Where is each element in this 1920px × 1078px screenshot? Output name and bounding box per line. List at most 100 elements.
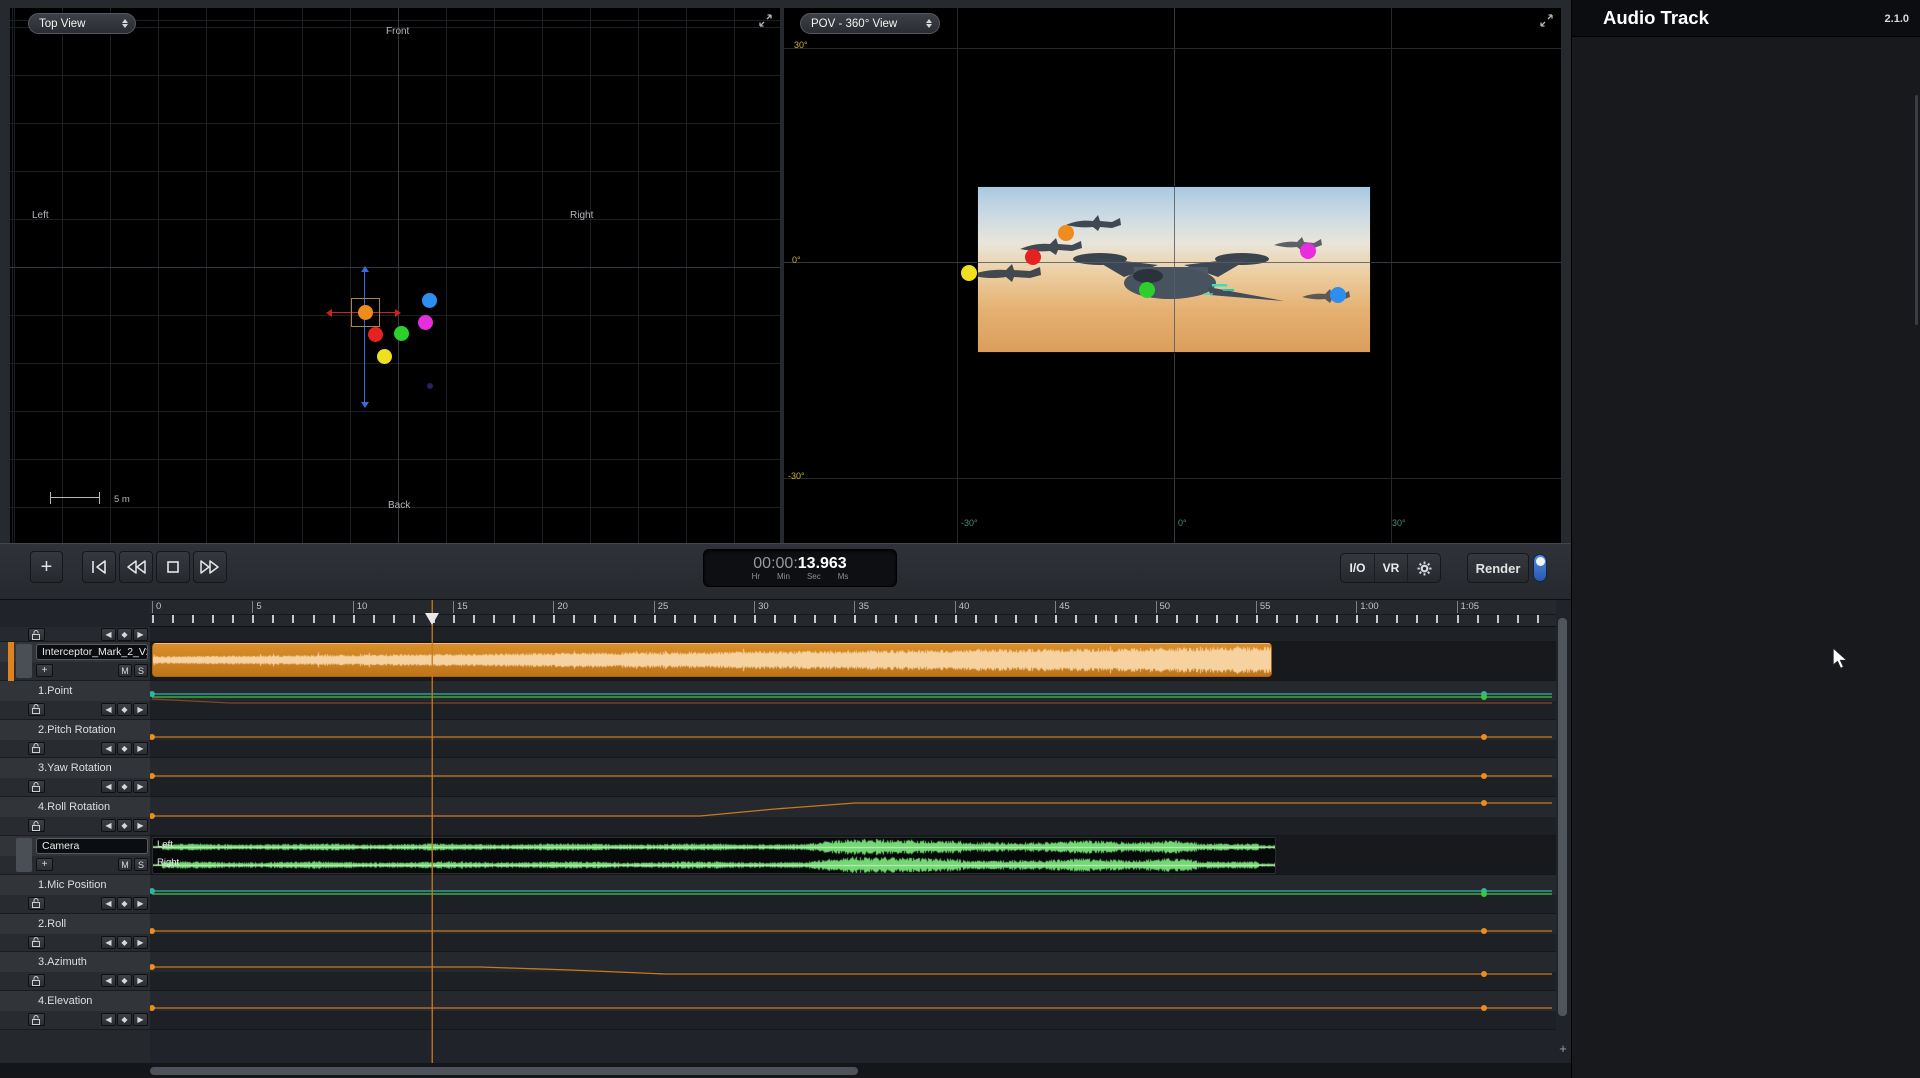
prev-keyframe-button[interactable]: ◀ (101, 819, 116, 832)
timeline-content[interactable]: LeftRight (150, 600, 1556, 1063)
add-keyframe-button[interactable]: ◆ (117, 628, 132, 641)
red-source[interactable] (368, 327, 383, 342)
next-keyframe-button[interactable]: ▶ (133, 742, 148, 755)
add-automation-button[interactable]: + (36, 858, 53, 871)
next-keyframe-button[interactable]: ▶ (133, 897, 148, 910)
prev-keyframe-button[interactable]: ◀ (101, 628, 116, 641)
solo-button[interactable]: S (134, 858, 148, 871)
stop-button[interactable] (156, 551, 190, 583)
track-lane[interactable] (150, 758, 1556, 797)
panel-scroll-indicator[interactable] (1915, 95, 1918, 325)
vertical-scrollbar-thumb[interactable] (1558, 618, 1567, 1016)
magenta-source[interactable] (1300, 243, 1316, 259)
track-header[interactable]: 3.Azimuth◀◆▶ (0, 952, 150, 991)
blue-source[interactable] (1330, 287, 1346, 303)
green-source[interactable] (394, 326, 409, 341)
fast-forward-button[interactable] (193, 551, 227, 583)
prev-keyframe-button[interactable]: ◀ (101, 936, 116, 949)
track-header[interactable]: 2.Pitch Rotation◀◆▶ (0, 720, 150, 759)
render-button[interactable]: Render (1467, 553, 1529, 583)
next-keyframe-button[interactable]: ▶ (133, 936, 148, 949)
prev-keyframe-button[interactable]: ◀ (101, 897, 116, 910)
track-header[interactable]: 3.Yaw Rotation◀◆▶ (0, 758, 150, 797)
track-header[interactable]: 1.Point◀◆▶ (0, 681, 150, 720)
solo-button[interactable]: S (134, 664, 148, 677)
next-keyframe-button[interactable]: ▶ (133, 780, 148, 793)
vr-button[interactable]: VR (1374, 554, 1407, 582)
lock-icon[interactable] (28, 936, 45, 949)
red-source[interactable] (1025, 249, 1041, 265)
lock-icon[interactable] (28, 742, 45, 755)
lock-icon[interactable] (28, 974, 45, 987)
add-keyframe-button[interactable]: ◆ (117, 742, 132, 755)
add-keyframe-button[interactable]: ◆ (117, 780, 132, 793)
prev-keyframe-button[interactable]: ◀ (101, 974, 116, 987)
next-keyframe-button[interactable]: ▶ (133, 974, 148, 987)
prev-keyframe-button[interactable]: ◀ (101, 703, 116, 716)
add-keyframe-button[interactable]: ◆ (117, 703, 132, 716)
add-automation-button[interactable]: + (36, 664, 53, 677)
track-name-field[interactable]: Interceptor_Mark_2_V2 (36, 644, 148, 660)
track-lane[interactable] (150, 681, 1556, 720)
track-header[interactable]: 2.Roll◀◆▶ (0, 914, 150, 953)
track-lane[interactable] (150, 914, 1556, 953)
add-keyframe-button[interactable]: ◆ (117, 1013, 132, 1026)
mute-button[interactable]: M (118, 664, 132, 677)
track-name-field[interactable]: Camera (36, 838, 148, 854)
vertical-scrollbar[interactable] (1558, 606, 1567, 1042)
add-lane-button[interactable]: + (1556, 1042, 1570, 1056)
lock-icon[interactable] (28, 628, 45, 641)
add-track-button[interactable]: + (30, 551, 63, 583)
render-toggle[interactable] (1533, 554, 1547, 582)
audio-clip-camera[interactable]: LeftRight (152, 837, 1276, 874)
next-keyframe-button[interactable]: ▶ (133, 1013, 148, 1026)
track-drag-handle[interactable] (16, 644, 32, 678)
lock-icon[interactable] (28, 780, 45, 793)
track-lane[interactable] (150, 720, 1556, 759)
yellow-source[interactable] (961, 265, 977, 281)
track-header[interactable]: Camera + MS (0, 836, 150, 875)
io-button[interactable]: I/O (1341, 554, 1374, 582)
mute-button[interactable]: M (118, 858, 132, 871)
add-keyframe-button[interactable]: ◆ (117, 974, 132, 987)
green-source[interactable] (1139, 282, 1155, 298)
audio-clip-interceptor[interactable] (152, 643, 1272, 677)
track-lane[interactable] (150, 991, 1556, 1030)
blue-source[interactable] (422, 293, 437, 308)
track-header[interactable]: Interceptor_Mark_2_V2 + MS (0, 642, 150, 681)
timecode-display[interactable]: 00:00:13.963 HrMinSecMs (703, 549, 897, 587)
go-to-start-button[interactable] (82, 551, 116, 583)
track-lane[interactable] (150, 952, 1556, 991)
magenta-source[interactable] (418, 315, 433, 330)
track-lane[interactable] (150, 797, 1556, 836)
prev-keyframe-button[interactable]: ◀ (101, 780, 116, 793)
orange-source[interactable] (1058, 225, 1074, 241)
expand-icon[interactable] (759, 14, 772, 27)
horizontal-scrollbar-thumb[interactable] (150, 1067, 858, 1075)
prev-keyframe-button[interactable]: ◀ (101, 742, 116, 755)
top-view-selector[interactable]: Top View (28, 13, 136, 34)
next-keyframe-button[interactable]: ▶ (133, 628, 148, 641)
add-keyframe-button[interactable]: ◆ (117, 897, 132, 910)
prev-keyframe-button[interactable]: ◀ (101, 1013, 116, 1026)
track-header[interactable]: 1.Mic Position◀◆▶ (0, 875, 150, 914)
pov-view-selector[interactable]: POV - 360° View (800, 13, 940, 34)
lock-icon[interactable] (28, 897, 45, 910)
purple-source[interactable] (427, 383, 433, 389)
add-keyframe-button[interactable]: ◆ (117, 936, 132, 949)
horizontal-scrollbar[interactable] (0, 1063, 1571, 1078)
add-keyframe-button[interactable]: ◆ (117, 819, 132, 832)
lock-icon[interactable] (28, 703, 45, 716)
track-header[interactable]: 4.Elevation◀◆▶ (0, 991, 150, 1030)
next-keyframe-button[interactable]: ▶ (133, 703, 148, 716)
track-drag-handle[interactable] (16, 838, 32, 872)
lock-icon[interactable] (28, 1013, 45, 1026)
next-keyframe-button[interactable]: ▶ (133, 819, 148, 832)
track-header[interactable]: 4.Roll Rotation◀◆▶ (0, 797, 150, 836)
rewind-button[interactable] (119, 551, 153, 583)
expand-icon[interactable] (1540, 14, 1553, 27)
track-lane[interactable] (150, 875, 1556, 914)
yellow-source[interactable] (377, 349, 392, 364)
lock-icon[interactable] (28, 819, 45, 832)
settings-button[interactable] (1407, 554, 1440, 582)
